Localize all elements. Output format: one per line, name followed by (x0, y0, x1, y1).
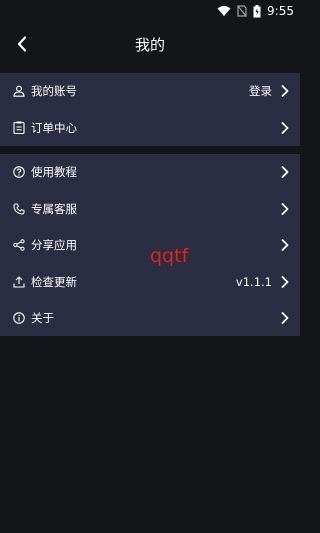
menu-label: 专属客服 (31, 201, 77, 216)
account-group: 我的账号 登录 订单中心 (0, 73, 300, 146)
chevron-right-icon (280, 165, 290, 179)
menu-row-update[interactable]: 检查更新 v1.1.1 (0, 264, 300, 301)
chevron-right-icon (280, 202, 290, 216)
menu-row-support[interactable]: 专属客服 (0, 191, 300, 228)
menu-row-about[interactable]: 关于 (0, 300, 300, 337)
menu-label: 关于 (31, 311, 54, 326)
watermark-text: qqtf (150, 245, 189, 267)
chevron-right-icon (280, 275, 290, 289)
help-circle-icon (12, 166, 25, 179)
chevron-right-icon (280, 121, 290, 135)
status-bar: 9:55 (0, 0, 300, 22)
menu-row-orders[interactable]: 订单中心 (0, 110, 300, 147)
menu-label: 使用教程 (31, 165, 77, 180)
chevron-left-icon (17, 36, 27, 52)
app-header: 我的 (0, 22, 300, 66)
user-icon (12, 85, 25, 98)
wifi-icon (217, 5, 231, 17)
menu-row-tutorial[interactable]: 使用教程 (0, 154, 300, 191)
menu-label: 订单中心 (31, 120, 77, 135)
chevron-right-icon (280, 311, 290, 325)
menu-label: 我的账号 (31, 84, 77, 99)
menu-label: 检查更新 (31, 274, 77, 289)
share-icon (12, 239, 25, 252)
page-title: 我的 (134, 35, 165, 54)
chevron-right-icon (280, 238, 290, 252)
menu-row-account[interactable]: 我的账号 登录 (0, 73, 300, 110)
status-time: 9:55 (267, 4, 294, 18)
battery-icon (253, 4, 261, 18)
phone-icon (12, 202, 25, 215)
info-icon (12, 312, 25, 325)
chevron-right-icon (280, 84, 290, 98)
upload-icon (12, 275, 25, 288)
no-sim-icon (237, 5, 248, 17)
clipboard-icon (12, 121, 25, 135)
back-button[interactable] (10, 32, 34, 56)
version-text: v1.1.1 (235, 274, 272, 289)
login-link[interactable]: 登录 (249, 83, 272, 99)
